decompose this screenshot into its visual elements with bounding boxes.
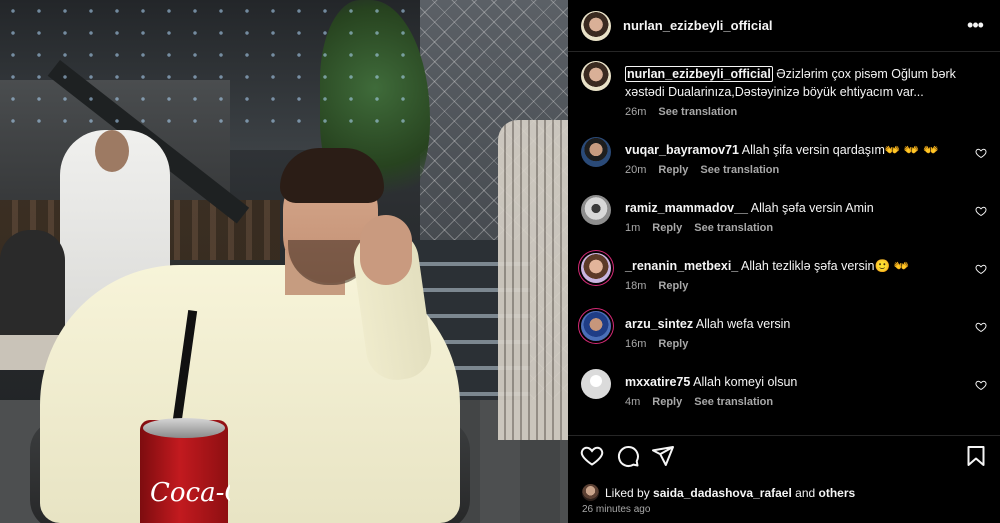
comment-time: 1m [625, 222, 641, 234]
comment-body: vuqar_bayramov71 Allah şifa versin qarda… [625, 141, 965, 176]
comment-body: mxxatire75 Allah komeyi olsun 4m Reply S… [625, 373, 965, 408]
photo-background-head [95, 130, 129, 172]
heart-icon[interactable] [580, 444, 604, 468]
reply-button[interactable]: Reply [658, 280, 688, 292]
likes-summary: Liked by saida_dadashova_rafael and othe… [582, 484, 855, 501]
comment-body: _renanin_metbexi_ Allah tezliklə şəfa ve… [625, 257, 965, 292]
comment-like-heart-icon[interactable] [975, 321, 987, 333]
comment-text: Allah tezliklə şəfa versin🙂 👐 [741, 259, 910, 273]
comment-time: 4m [625, 396, 641, 408]
reply-button[interactable]: Reply [658, 164, 688, 176]
caption-avatar[interactable] [581, 61, 611, 91]
caption-body: nurlan_ezizbeyli_official Əzizlərim çox … [625, 65, 991, 118]
posted-time: 26 minutes ago [582, 504, 651, 515]
comment-username[interactable]: ramiz_mammadov__ [625, 201, 748, 215]
comment-username[interactable]: arzu_sintez [625, 317, 693, 331]
comment-time: 20m [625, 164, 647, 176]
likes-others-link[interactable]: others [819, 486, 856, 500]
reply-button[interactable]: Reply [652, 396, 682, 408]
comment-avatar[interactable] [581, 253, 611, 283]
comment-avatar[interactable] [581, 137, 611, 167]
reply-button[interactable]: Reply [658, 338, 688, 350]
comment-time: 18m [625, 280, 647, 292]
photo-string-lights [0, 0, 420, 140]
photo-can-lid [143, 418, 225, 438]
caption-text-block: nurlan_ezizbeyli_official Əzizlərim çox … [625, 65, 991, 101]
photo-left-person [0, 230, 65, 340]
caption-see-translation[interactable]: See translation [658, 106, 737, 118]
photo-hair [280, 148, 384, 203]
comment-row: vuqar_bayramov71 Allah şifa versin qarda… [581, 137, 991, 176]
comment-text-block: arzu_sintez Allah wefa versin [625, 315, 965, 333]
photo-plaid-shirt [498, 120, 568, 440]
comment-row: _renanin_metbexi_ Allah tezliklə şəfa ve… [581, 253, 991, 292]
comment-text-block: mxxatire75 Allah komeyi olsun [625, 373, 965, 391]
comment-username[interactable]: _renanin_metbexi_ [625, 259, 738, 273]
author-username[interactable]: nurlan_ezizbeyli_official [623, 18, 773, 33]
post-header: nurlan_ezizbeyli_official ••• [568, 0, 1000, 52]
comment-meta: 18m Reply [625, 280, 965, 292]
comment-icon[interactable] [616, 444, 640, 468]
comment-body: arzu_sintez Allah wefa versin 16m Reply [625, 315, 965, 350]
likes-and: and [795, 485, 816, 500]
post-actions: Liked by saida_dadashova_rafael and othe… [568, 435, 1000, 523]
post-side-panel: nurlan_ezizbeyli_official ••• nurlan_ezi… [568, 0, 1000, 523]
comment-avatar[interactable] [581, 311, 611, 341]
caption-meta: 26m See translation [625, 106, 991, 118]
liker-username[interactable]: saida_dadashova_rafael [653, 486, 792, 500]
comment-time: 16m [625, 338, 647, 350]
comment-like-heart-icon[interactable] [975, 263, 987, 275]
comment-text: Allah şəfa versin Amin [750, 201, 874, 215]
liker-avatar[interactable] [582, 484, 599, 501]
comment-username[interactable]: vuqar_bayramov71 [625, 143, 739, 157]
comment-like-heart-icon[interactable] [975, 205, 987, 217]
caption-row: nurlan_ezizbeyli_official Əzizlərim çox … [581, 61, 991, 118]
comment-text: Allah şifa versin qardaşım👐 👐 👐 [741, 143, 939, 157]
comment-meta: 20m Reply See translation [625, 164, 965, 176]
comment-row: mxxatire75 Allah komeyi olsun 4m Reply S… [581, 369, 991, 408]
send-icon[interactable] [651, 444, 675, 468]
caption-time: 26m [625, 106, 647, 118]
comment-text: Allah wefa versin [695, 317, 791, 331]
comments-list[interactable]: nurlan_ezizbeyli_official Əzizlərim çox … [568, 53, 1000, 435]
comment-text-block: ramiz_mammadov__ Allah şəfa versin Amin [625, 199, 965, 217]
see-translation-button[interactable]: See translation [694, 396, 773, 408]
comment-like-heart-icon[interactable] [975, 147, 987, 159]
bookmark-icon[interactable] [964, 444, 988, 468]
comment-row: ramiz_mammadov__ Allah şəfa versin Amin … [581, 195, 991, 234]
more-options-icon[interactable]: ••• [964, 14, 986, 36]
photo-hand [360, 215, 412, 285]
likes-prefix: Liked by [605, 485, 650, 500]
post-photo[interactable]: Coca-Cola [0, 0, 568, 523]
comment-avatar[interactable] [581, 369, 611, 399]
comment-meta: 16m Reply [625, 338, 965, 350]
photo-can-logo: Coca-Cola [150, 478, 230, 508]
comment-text-block: _renanin_metbexi_ Allah tezliklə şəfa ve… [625, 257, 965, 275]
author-avatar[interactable] [581, 10, 611, 41]
see-translation-button[interactable]: See translation [700, 164, 779, 176]
post-viewer: Coca-Cola nurlan_ezizbeyli_official ••• … [0, 0, 1000, 523]
comment-meta: 1m Reply See translation [625, 222, 965, 234]
comment-body: ramiz_mammadov__ Allah şəfa versin Amin … [625, 199, 965, 234]
comment-text-block: vuqar_bayramov71 Allah şifa versin qarda… [625, 141, 965, 159]
comment-like-heart-icon[interactable] [975, 379, 987, 391]
comment-text: Allah komeyi olsun [693, 375, 798, 389]
comment-row: arzu_sintez Allah wefa versin 16m Reply [581, 311, 991, 350]
comment-meta: 4m Reply See translation [625, 396, 965, 408]
reply-button[interactable]: Reply [652, 222, 682, 234]
caption-username[interactable]: nurlan_ezizbeyli_official [625, 66, 773, 82]
comment-username[interactable]: mxxatire75 [625, 375, 690, 389]
comment-avatar[interactable] [581, 195, 611, 225]
see-translation-button[interactable]: See translation [694, 222, 773, 234]
